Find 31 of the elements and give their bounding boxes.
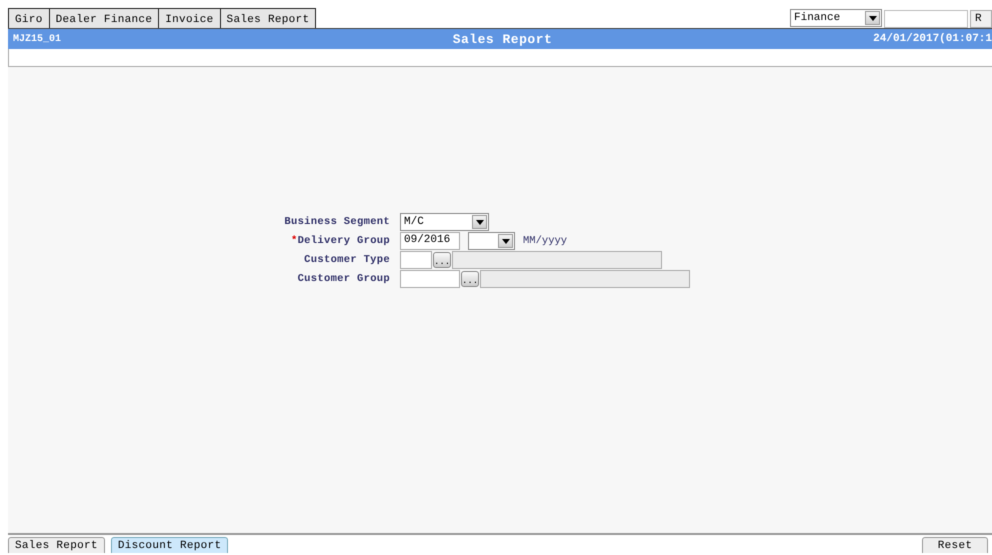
screen-id: MJZ15_01 [13,34,62,44]
date-time: 24/01/2017(01:07:1 [873,33,992,45]
select-field[interactable]: M/C [400,213,489,231]
field-label: *Delivery Group [290,235,390,247]
dropdown-button[interactable] [865,11,880,25]
dropdown-arrow-icon [476,220,484,224]
input-field[interactable] [400,270,460,288]
date-field[interactable]: 09/2016 [400,232,460,250]
format-hint: MM/yyyy [523,235,568,247]
menu-tab[interactable]: Invoice [158,8,221,28]
dropdown-arrow-icon [502,238,510,244]
field-label: Business Segment [284,216,390,228]
report-tab[interactable]: Sales Report [8,537,105,553]
field-label: Customer Group [298,273,390,285]
menu-tab[interactable]: Dealer Finance [48,8,160,28]
top-button[interactable]: R [970,10,992,28]
select-field[interactable] [468,232,515,250]
reset-button[interactable]: Reset [922,537,988,553]
dropdown-button[interactable] [498,234,513,248]
window-title: Sales Report [452,32,552,46]
lookup-button[interactable]: ... [461,271,479,287]
dropdown-arrow-icon [868,16,876,20]
input-field[interactable] [884,10,968,28]
lookup-button[interactable]: ... [433,252,451,268]
report-tab[interactable]: Discount Report [110,537,228,553]
menu-tab[interactable]: Sales Report [220,8,316,28]
dropdown-button[interactable] [472,215,487,229]
module-select[interactable]: Finance [790,9,882,27]
field-label: Customer Type [304,254,390,266]
input-field[interactable] [400,251,432,269]
menu-tab[interactable]: Giro [8,8,50,28]
